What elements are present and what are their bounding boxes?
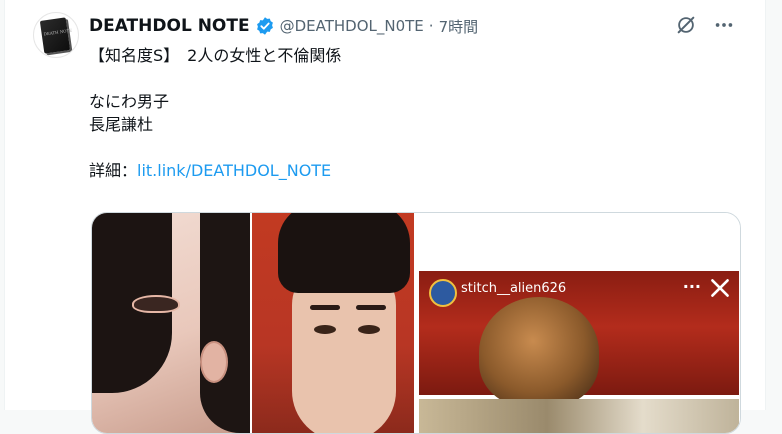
text-line	[89, 67, 341, 90]
hair-shape	[200, 213, 250, 433]
close-icon	[711, 279, 729, 297]
story-photo-strip	[419, 399, 739, 433]
separator-dot: ·	[428, 17, 434, 35]
verified-badge-icon	[256, 17, 273, 35]
story-more-icon: ···	[682, 277, 701, 296]
eye-shape	[314, 325, 336, 334]
avatar-lettering: DEATH NOTE	[43, 27, 73, 37]
brow-shape	[310, 305, 340, 310]
detail-link[interactable]: lit.link/DEATHDOL_NOTE	[137, 161, 331, 180]
author-handle[interactable]: @DEATHDOL_N0TE	[280, 17, 424, 35]
media-photo-woman[interactable]	[92, 213, 250, 433]
ear-shape	[200, 341, 228, 383]
media-photo-man[interactable]	[252, 213, 414, 433]
more-icon[interactable]	[713, 14, 735, 36]
author-name[interactable]: DEATHDOL NOTE	[89, 16, 250, 36]
text-line: 【知名度S】 2人の女性と不倫関係	[89, 46, 342, 65]
media-grid: stitch__alien626 ···	[91, 212, 741, 434]
death-note-notebook-icon: DEATH NOTE	[39, 17, 73, 54]
brow-shape	[356, 305, 386, 310]
hair-shape	[278, 213, 410, 293]
text-line: 長尾謙杜	[89, 115, 154, 134]
header-actions	[675, 14, 735, 36]
tweet-header: DEATHDOL NOTE @DEATHDOL_N0TE · 7時間	[89, 14, 478, 38]
story-person-head	[479, 297, 599, 407]
text-line	[89, 136, 341, 159]
tweet-text: 【知名度S】 2人の女性と不倫関係 なにわ男子 長尾謙杜 詳細：lit.link…	[89, 44, 341, 182]
story-screenshot: stitch__alien626 ···	[419, 271, 739, 407]
story-username: stitch__alien626	[461, 281, 567, 296]
grok-icon[interactable]	[675, 14, 697, 36]
tweet-card[interactable]: DEATH NOTE DEATHDOL NOTE @DEATHDOL_N0TE …	[4, 0, 766, 434]
post-time[interactable]: 7時間	[439, 16, 479, 37]
story-avatar	[429, 279, 457, 307]
eye-shape	[132, 295, 180, 313]
detail-line: 詳細：lit.link/DEATHDOL_NOTE	[89, 159, 341, 182]
detail-label: 詳細：	[89, 161, 138, 180]
eye-shape	[358, 325, 380, 334]
avatar[interactable]: DEATH NOTE	[33, 12, 79, 58]
text-line: なにわ男子	[89, 92, 170, 111]
media-photo-story[interactable]: stitch__alien626 ···	[416, 213, 740, 433]
